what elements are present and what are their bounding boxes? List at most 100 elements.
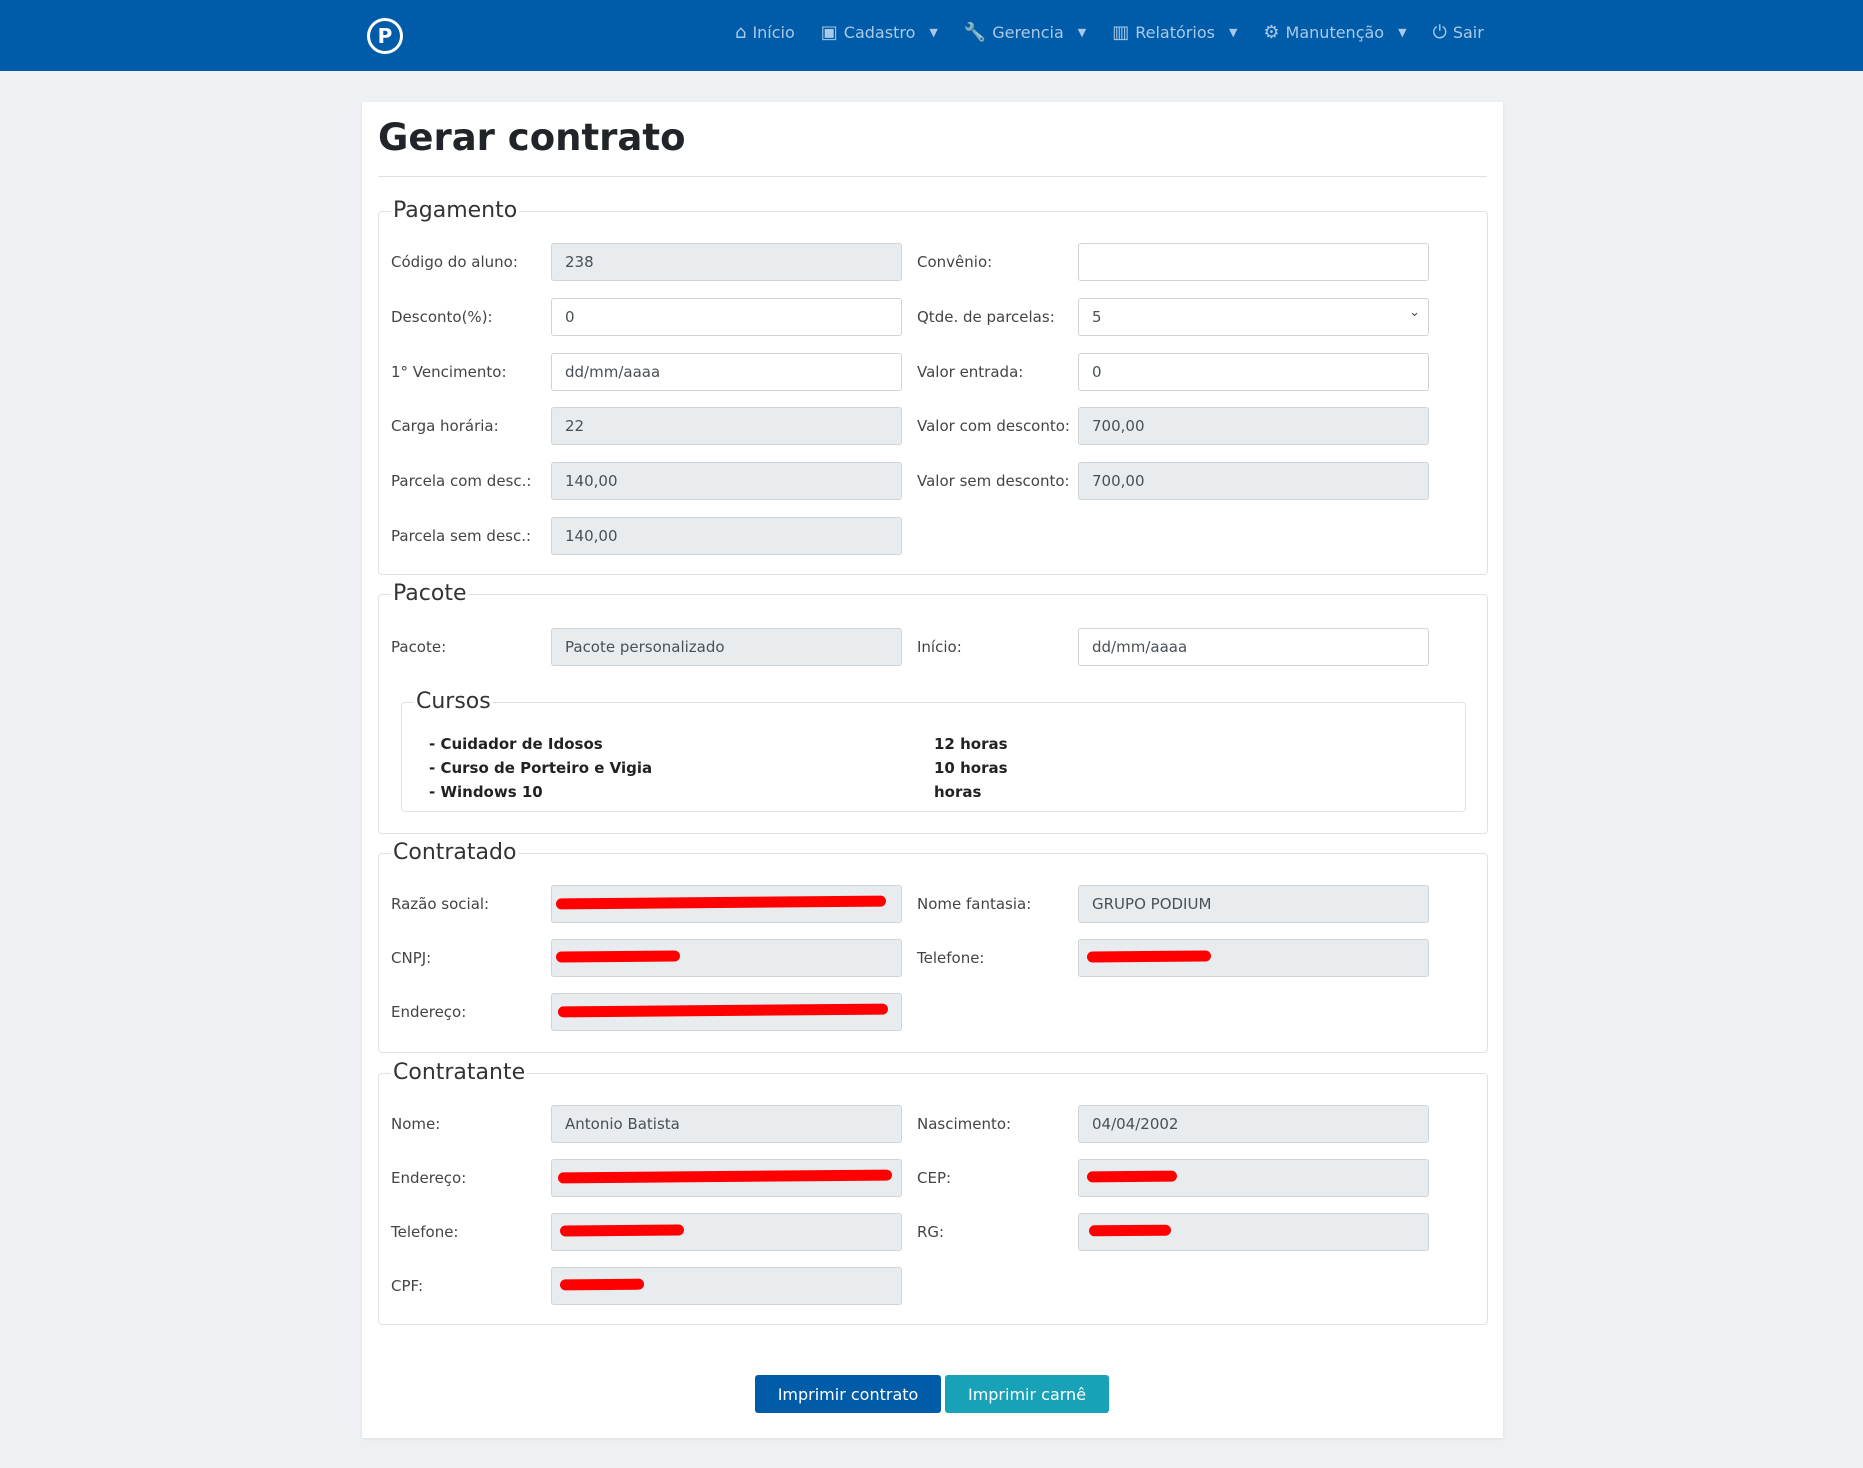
rg-label: RG:: [917, 1223, 945, 1241]
print-contract-button[interactable]: Imprimir contrato: [755, 1375, 941, 1413]
home-icon: ⌂: [735, 22, 747, 43]
convenio-label: Convênio:: [917, 253, 993, 271]
redaction-mark: [1086, 1170, 1178, 1183]
desconto-label: Desconto(%):: [391, 308, 493, 326]
pagamento-section: Pagamento Código do aluno: 238 Convênio:…: [378, 198, 1488, 575]
entrada-field[interactable]: 0: [1078, 353, 1429, 391]
desconto-field[interactable]: 0: [551, 298, 902, 336]
rg-field[interactable]: [1078, 1213, 1429, 1251]
nav-menu: ⌂ Início ▣ Cadastro ▼ 🔧 Gerencia ▼ ▥ Relatórios ▼ ⚙…: [735, 22, 1484, 43]
redaction-mark: [557, 1169, 893, 1184]
navbar: P ⌂ Início ▣ Cadastro ▼ 🔧 Gerencia ▼ ▥ Relatórios…: [0, 0, 1863, 71]
vcd-field[interactable]: 700,00: [1078, 407, 1429, 445]
entrada-label: Valor entrada:: [917, 363, 1024, 381]
psd-field[interactable]: 140,00: [551, 517, 902, 555]
section-legend: Contratante: [391, 1060, 528, 1085]
course-hours: horas: [934, 783, 982, 801]
course-hours: 12 horas: [934, 735, 1008, 753]
redaction-mark: [559, 1224, 685, 1237]
codigo-field[interactable]: 238: [551, 243, 902, 281]
nav-item-sair[interactable]: ⏻ Sair: [1433, 22, 1484, 43]
section-legend: Cursos: [414, 689, 493, 714]
course-name: - Windows 10: [429, 783, 543, 801]
razao-label: Razão social:: [391, 895, 490, 913]
vencimento-date-field[interactable]: dd/mm/aaaa: [551, 353, 902, 391]
contract-card: Gerar contrato Pagamento Código do aluno…: [362, 102, 1503, 1438]
carga-field[interactable]: 22: [551, 407, 902, 445]
course-hours: 10 horas: [934, 759, 1008, 777]
vcd-label: Valor com desconto:: [917, 417, 1070, 435]
print-carne-button[interactable]: Imprimir carnê: [945, 1375, 1109, 1413]
power-icon: ⏻: [1432, 22, 1447, 43]
endereco-field[interactable]: [551, 1159, 902, 1197]
convenio-field[interactable]: [1078, 243, 1429, 281]
carga-label: Carga horária:: [391, 417, 499, 435]
page-title: Gerar contrato: [378, 116, 686, 159]
parcelas-value: 5: [1092, 308, 1102, 326]
gear-icon: ⚙: [1263, 22, 1280, 43]
fantasia-field[interactable]: GRUPO PODIUM: [1078, 885, 1429, 923]
pcd-label: Parcela com desc.:: [391, 472, 532, 490]
cursos-section: Cursos - Cuidador de Idosos 12 horas - C…: [401, 689, 1466, 812]
course-name: - Cuidador de Idosos: [429, 735, 603, 753]
nav-item-inicio[interactable]: ⌂ Início: [735, 22, 795, 43]
nascimento-label: Nascimento:: [917, 1115, 1012, 1133]
cep-label: CEP:: [917, 1169, 952, 1187]
psd-label: Parcela sem desc.:: [391, 527, 532, 545]
fantasia-label: Nome fantasia:: [917, 895, 1032, 913]
cpf-label: CPF:: [391, 1277, 424, 1295]
pacote-field[interactable]: Pacote personalizado: [551, 628, 902, 666]
redaction-mark: [559, 1278, 645, 1291]
endereco-label: Endereço:: [391, 1003, 467, 1021]
telefone-field[interactable]: [1078, 939, 1429, 977]
parcelas-select[interactable]: 5: [1078, 295, 1429, 336]
nav-item-label: Relatórios: [1135, 23, 1215, 42]
course-name: - Curso de Porteiro e Vigia: [429, 759, 653, 777]
redaction-mark: [1088, 1224, 1172, 1237]
nome-label: Nome:: [391, 1115, 441, 1133]
vencimento-label: 1° Vencimento:: [391, 363, 507, 381]
pacote-section: Pacote Pacote: Pacote personalizado Iníc…: [378, 581, 1488, 834]
caret-down-icon: ▼: [1398, 26, 1407, 39]
chart-icon: ▥: [1112, 22, 1130, 43]
telefone-label: Telefone:: [391, 1223, 459, 1241]
nav-item-relatorios[interactable]: ▥ Relatórios ▼: [1112, 22, 1237, 43]
nav-item-gerencia[interactable]: 🔧 Gerencia ▼: [964, 22, 1086, 43]
caret-down-icon: ▼: [929, 26, 938, 39]
section-legend: Pagamento: [391, 198, 520, 223]
cpf-field[interactable]: [551, 1267, 902, 1305]
contratado-section: Contratado Razão social: Nome fantasia: …: [378, 840, 1488, 1053]
nascimento-field[interactable]: 04/04/2002: [1078, 1105, 1429, 1143]
inicio-date-field[interactable]: dd/mm/aaaa: [1078, 628, 1429, 666]
vsd-field[interactable]: 700,00: [1078, 462, 1429, 500]
logo[interactable]: P: [367, 18, 403, 54]
razao-field[interactable]: [551, 885, 902, 923]
contratante-section: Contratante Nome: Antonio Batista Nascim…: [378, 1060, 1488, 1325]
section-legend: Pacote: [391, 581, 469, 606]
redaction-mark: [1086, 950, 1212, 963]
nav-item-label: Gerencia: [992, 23, 1064, 42]
cep-field[interactable]: [1078, 1159, 1429, 1197]
inicio-label: Início:: [917, 638, 962, 656]
wrench-icon: 🔧: [963, 22, 987, 43]
nav-item-label: Cadastro: [843, 23, 916, 42]
redaction-mark: [555, 950, 681, 963]
nome-field[interactable]: Antonio Batista: [551, 1105, 902, 1143]
nav-item-manutencao[interactable]: ⚙ Manutenção ▼: [1263, 22, 1406, 43]
codigo-label: Código do aluno:: [391, 253, 518, 271]
telefone-label: Telefone:: [917, 949, 985, 967]
id-badge-icon: ▣: [820, 22, 838, 43]
nav-item-label: Manutenção: [1285, 23, 1385, 42]
cnpj-field[interactable]: [551, 939, 902, 977]
nav-item-label: Sair: [1452, 23, 1484, 42]
nav-item-cadastro[interactable]: ▣ Cadastro ▼: [821, 22, 938, 43]
endereco-field[interactable]: [551, 993, 902, 1031]
caret-down-icon: ▼: [1228, 26, 1238, 39]
caret-down-icon: ▼: [1077, 26, 1087, 39]
parcelas-label: Qtde. de parcelas:: [917, 308, 1055, 326]
telefone-field[interactable]: [551, 1213, 902, 1251]
cnpj-label: CNPJ:: [391, 949, 432, 967]
redaction-mark: [555, 895, 887, 910]
section-legend: Contratado: [391, 840, 519, 865]
pcd-field[interactable]: 140,00: [551, 462, 902, 500]
